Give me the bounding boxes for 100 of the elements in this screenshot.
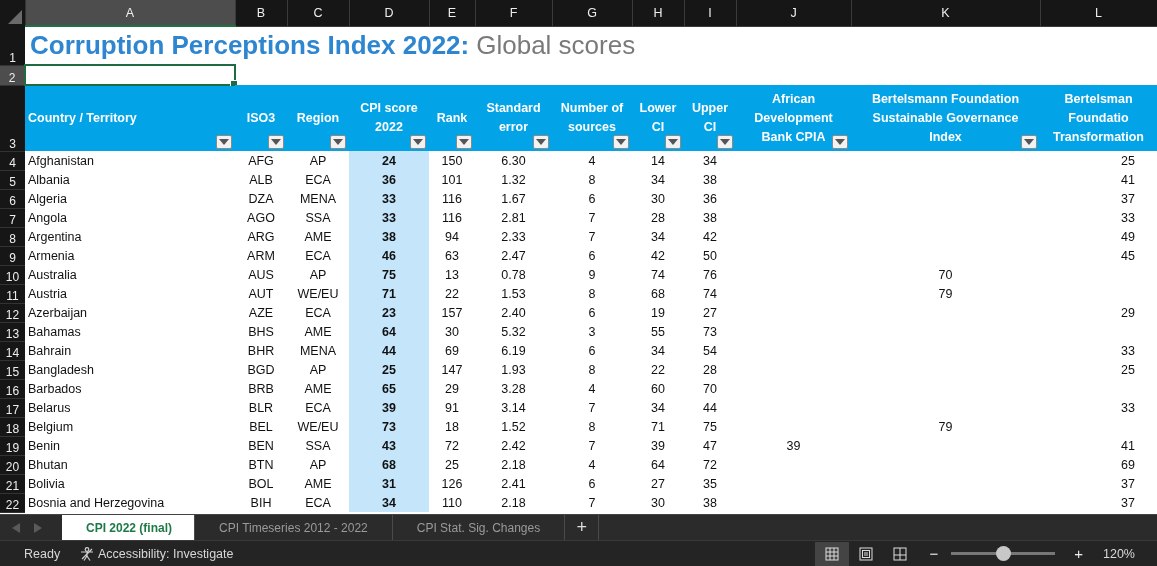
accessibility-button[interactable]: Accessibility: Investigate: [80, 546, 234, 561]
filter-button[interactable]: [1021, 135, 1037, 149]
filter-button[interactable]: [456, 135, 472, 149]
column-header[interactable]: H: [632, 0, 684, 26]
table-cell: 147: [429, 360, 475, 379]
left-arrow-icon: [12, 522, 20, 533]
table-cell: 101: [429, 170, 475, 189]
caret-icon: [1024, 139, 1034, 145]
table-cell-text: 6: [587, 343, 597, 360]
table-cell-text: 36: [702, 191, 718, 208]
slider-thumb[interactable]: [995, 546, 1011, 561]
sheet-tab[interactable]: CPI 2022 (final): [62, 515, 196, 540]
page-icon: [859, 546, 874, 561]
table-cell: 24: [349, 151, 429, 170]
table-cell-text: 41: [1120, 172, 1136, 189]
triangle-icon: [8, 10, 22, 24]
table-cell-text: 30: [650, 495, 666, 512]
table-cell-text: AUS: [247, 267, 275, 284]
filter-button[interactable]: [330, 135, 346, 149]
table-cell: Bosnia and Herzegovina: [25, 493, 235, 512]
view-button[interactable]: [815, 541, 850, 566]
caret-icon: [835, 139, 845, 145]
table-cell: 18: [429, 417, 475, 436]
table-cell-text: 72: [702, 457, 718, 474]
zoom-level: 120%: [1102, 546, 1136, 561]
table-cell: 23: [349, 303, 429, 322]
filter-button[interactable]: [613, 135, 629, 149]
header-label: Upper CI: [690, 100, 730, 136]
table-cell: AME: [287, 322, 349, 341]
header-label: ISO3: [245, 109, 277, 127]
table-cell: Australia: [25, 265, 235, 284]
table-cell: 44: [349, 341, 429, 360]
filter-button[interactable]: [717, 135, 733, 149]
filter-button[interactable]: [533, 135, 549, 149]
table-cell-text: 6.19: [500, 343, 527, 360]
table-cell: Austria: [25, 284, 235, 303]
table-cell-text: 29: [1120, 305, 1136, 322]
table-cell-text: 71: [650, 419, 666, 436]
caret-icon: [413, 139, 423, 145]
table-cell-text: 28: [650, 210, 666, 227]
column-header[interactable]: B: [235, 0, 287, 26]
table-cell: SSA: [287, 208, 349, 227]
table-cell-text: BIH: [249, 495, 273, 512]
header-label: Region: [295, 109, 341, 127]
caret-icon: [271, 139, 281, 145]
zoom-in-button[interactable]: +: [1068, 545, 1089, 562]
column-header[interactable]: I: [684, 0, 736, 26]
table-cell-text: 28: [702, 362, 718, 379]
table-cell-text: BEL: [248, 419, 274, 436]
select-all-corner[interactable]: [0, 0, 25, 26]
row-header[interactable]: 3: [0, 85, 25, 151]
person-icon: [80, 546, 94, 561]
table-cell-text: 74: [650, 267, 666, 284]
column-header[interactable]: C: [287, 0, 349, 26]
caret-icon: [219, 139, 229, 145]
table-cell-text: 47: [702, 438, 718, 455]
table-cell-text: 7: [587, 400, 597, 417]
table-cell-text: 33: [1120, 400, 1136, 417]
filter-button[interactable]: [665, 135, 681, 149]
table-cell-text: 54: [702, 343, 718, 360]
table-cell-text: 2.47: [500, 248, 527, 265]
table-cell: 33: [349, 208, 429, 227]
column-header[interactable]: L: [1040, 0, 1157, 26]
table-cell: Barbados: [25, 379, 235, 398]
filter-button[interactable]: [268, 135, 284, 149]
column-header[interactable]: G: [552, 0, 632, 26]
table-cell-text: 69: [1120, 457, 1136, 474]
table-cell: 34: [349, 493, 429, 512]
column-header[interactable]: J: [736, 0, 851, 26]
row-header[interactable]: 1: [0, 26, 25, 65]
table-cell-text: 7: [587, 495, 597, 512]
table-cell-text: AUT: [247, 286, 275, 303]
table-cell-text: 68: [650, 286, 666, 303]
column-header[interactable]: F: [475, 0, 552, 26]
table-cell: ECA: [287, 398, 349, 417]
table-cell-text: 6: [587, 248, 597, 265]
table-cell-text: 30: [650, 191, 666, 208]
table-cell: 22: [429, 284, 475, 303]
column-header[interactable]: K: [851, 0, 1040, 26]
table-cell: AFG: [235, 151, 287, 170]
table-cell-text: 42: [702, 229, 718, 246]
selected-cell[interactable]: [25, 65, 235, 85]
table-cell-text: 45: [1120, 248, 1136, 265]
status-text: Ready: [23, 546, 62, 561]
zoom-out-button[interactable]: −: [923, 545, 945, 562]
column-header[interactable]: E: [429, 0, 475, 26]
table-cell: MENA: [287, 189, 349, 208]
table-cell: AME: [287, 227, 349, 246]
filter-button[interactable]: [216, 135, 232, 149]
filter-button[interactable]: [410, 135, 426, 149]
table-cell: Bahamas: [25, 322, 235, 341]
table-cell: Armenia: [25, 246, 235, 265]
table-cell-text: 1.93: [500, 362, 527, 379]
filter-button[interactable]: [832, 135, 848, 149]
table-cell-text: 33: [1120, 210, 1136, 227]
table-cell: ECA: [287, 246, 349, 265]
table-cell-text: DZA: [247, 191, 275, 208]
column-header[interactable]: A: [25, 0, 235, 26]
table-cell: 68: [349, 455, 429, 474]
column-header[interactable]: D: [349, 0, 429, 26]
